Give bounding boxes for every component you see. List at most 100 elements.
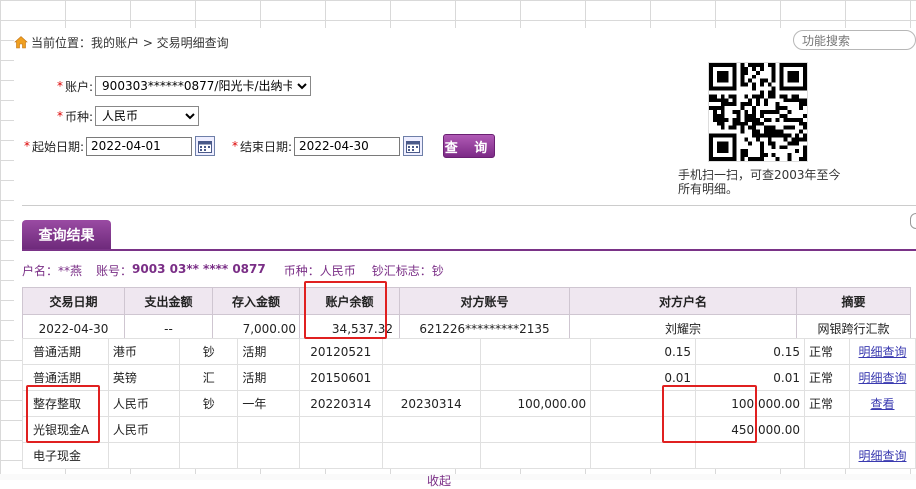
transactions-table: 交易日期 支出金额 存入金额 账户余额 对方账号 对方户名 摘要 2022-04…: [22, 287, 911, 343]
account-info: 户名： **燕 账号： 9003 03** **** 0877 币种： 人民币 …: [22, 262, 444, 279]
deposit-cell-currency: 人民币: [107, 416, 181, 443]
deposit-cell-cash: 钞: [179, 338, 239, 365]
account-row: * 账户: 900303******0877/阳光卡/出纳卡: [57, 76, 312, 96]
tab-query-results[interactable]: 查询结果: [22, 220, 111, 249]
deposit-cell-currency: 港币: [107, 338, 181, 365]
deposit-cell-type: 电子现金: [22, 442, 109, 469]
deposits-table: 普通活期 港币钞活期 20120521 0.15 0.15 正常 明细查询 普通活期 英镑汇活期…: [22, 338, 916, 469]
col-header: 摘要: [796, 287, 911, 315]
deposit-cell-term: [237, 416, 300, 443]
deposit-cell-due: [381, 416, 481, 443]
deposit-cell-open: 20150601: [298, 364, 383, 391]
deposit-cell-avail: 0.15: [695, 338, 805, 365]
deposit-cell-status: [803, 442, 850, 469]
list-item: 电子现金 明细查询: [22, 442, 916, 469]
bottom-bar: [0, 474, 916, 480]
col-header: 对方户名: [569, 287, 797, 315]
scroll-handle[interactable]: [910, 213, 916, 229]
list-item: 整存整取 人民币钞一年 20220314 20230314 100,000.00 100,…: [22, 390, 916, 417]
flag-value: 钞: [431, 264, 444, 278]
deposit-cell-term: 活期: [237, 338, 300, 365]
deposit-cell-due: [381, 364, 481, 391]
table-header-row: 交易日期 支出金额 存入金额 账户余额 对方账号 对方户名 摘要: [22, 287, 911, 315]
deposit-cell-open: 20120521: [298, 338, 383, 365]
deposit-cell-action: 明细查询: [848, 364, 916, 391]
breadcrumb: 当前位置：我的账户 > 交易明细查询: [14, 33, 233, 51]
deposit-cell-currency: 英镑: [107, 364, 181, 391]
col-header: 支出金额: [124, 287, 213, 315]
end-date-label: 结束日期:: [240, 139, 293, 154]
start-date-row: * 起始日期:: [24, 136, 216, 156]
detail-link[interactable]: 明细查询: [858, 345, 906, 359]
deposit-cell-cash: [179, 442, 239, 469]
highlight-box: [304, 281, 387, 339]
deposit-cell-term: 活期: [237, 364, 300, 391]
acct-label: 账号：: [96, 264, 133, 278]
deposit-cell-type: 普通活期: [22, 338, 109, 365]
name-label: 户名：: [22, 264, 59, 278]
qr-code: [708, 62, 808, 162]
col-header: 交易日期: [22, 287, 125, 315]
deposit-cell-cash: [179, 416, 239, 443]
deposit-cell-currency: 人民币: [107, 390, 181, 417]
bottom-partial-text[interactable]: 收起: [427, 472, 451, 489]
qr-caption: 手机扫一扫，可查2003年至今所有明细。: [678, 168, 841, 196]
deposit-cell-avail: [695, 442, 805, 469]
section-divider: [22, 205, 916, 206]
deposit-cell-cash: 汇: [179, 364, 239, 391]
currency-info-value: 人民币: [319, 264, 356, 278]
currency-select[interactable]: 人民币: [95, 106, 200, 126]
required-mark: *: [24, 139, 30, 153]
home-icon[interactable]: [14, 35, 28, 49]
deposit-cell-amount: [479, 364, 592, 391]
deposit-cell-status: 正常: [803, 390, 850, 417]
deposit-cell-status: 正常: [803, 364, 850, 391]
flag-label: 钞汇标志：: [371, 264, 432, 278]
acct-value: 9003 03** **** 0877: [132, 262, 266, 276]
deposit-cell-term: 一年: [237, 390, 300, 417]
deposit-cell-balance: 0.15: [590, 338, 697, 365]
end-date-row: * 结束日期:: [232, 136, 424, 156]
currency-label: 币种:: [65, 109, 94, 124]
deposit-cell-open: [298, 442, 383, 469]
name-value: **燕: [58, 264, 83, 278]
required-mark: *: [57, 79, 63, 93]
account-label: 账户:: [65, 79, 94, 94]
deposit-cell-currency: [107, 442, 181, 469]
list-item: 普通活期 港币钞活期 20120521 0.15 0.15 正常 明细查询: [22, 338, 916, 365]
deposit-cell-due: 20230314: [381, 390, 481, 417]
deposit-cell-due: [381, 442, 481, 469]
end-date-input[interactable]: [294, 136, 401, 156]
col-header: 对方账号: [399, 287, 570, 315]
currency-row: * 币种: 人民币: [57, 106, 200, 126]
required-mark: *: [57, 109, 63, 123]
start-date-input[interactable]: [86, 136, 193, 156]
query-button[interactable]: 查 询: [443, 134, 495, 158]
account-select[interactable]: 900303******0877/阳光卡/出纳卡: [95, 76, 312, 96]
detail-link[interactable]: 查看: [870, 397, 894, 411]
col-header: 存入金额: [212, 287, 300, 315]
search-box[interactable]: [793, 30, 916, 50]
list-item: 光银现金A 人民币 450,000.00: [22, 416, 916, 443]
detail-link[interactable]: 明细查询: [858, 449, 906, 463]
calendar-icon[interactable]: [403, 136, 424, 156]
detail-link[interactable]: 明细查询: [858, 371, 906, 385]
deposit-cell-cash: 钞: [179, 390, 239, 417]
calendar-icon[interactable]: [195, 136, 216, 156]
start-date-label: 起始日期:: [32, 139, 85, 154]
deposit-cell-open: 20220314: [298, 390, 383, 417]
deposit-cell-action: 查看: [848, 390, 916, 417]
deposit-cell-open: [298, 416, 383, 443]
deposit-cell-term: [237, 442, 300, 469]
search-input[interactable]: [800, 32, 914, 50]
required-mark: *: [232, 139, 238, 153]
deposit-cell-due: [381, 338, 481, 365]
deposit-cell-action: 明细查询: [848, 442, 916, 469]
deposit-cell-amount: 100,000.00: [479, 390, 592, 417]
deposit-cell-action: [848, 416, 916, 443]
list-item: 普通活期 英镑汇活期 20150601 0.01 0.01 正常 明细查询: [22, 364, 916, 391]
deposit-cell-status: [803, 416, 850, 443]
deposit-cell-amount: [479, 442, 592, 469]
deposit-cell-amount: [479, 416, 592, 443]
deposit-cell-amount: [479, 338, 592, 365]
